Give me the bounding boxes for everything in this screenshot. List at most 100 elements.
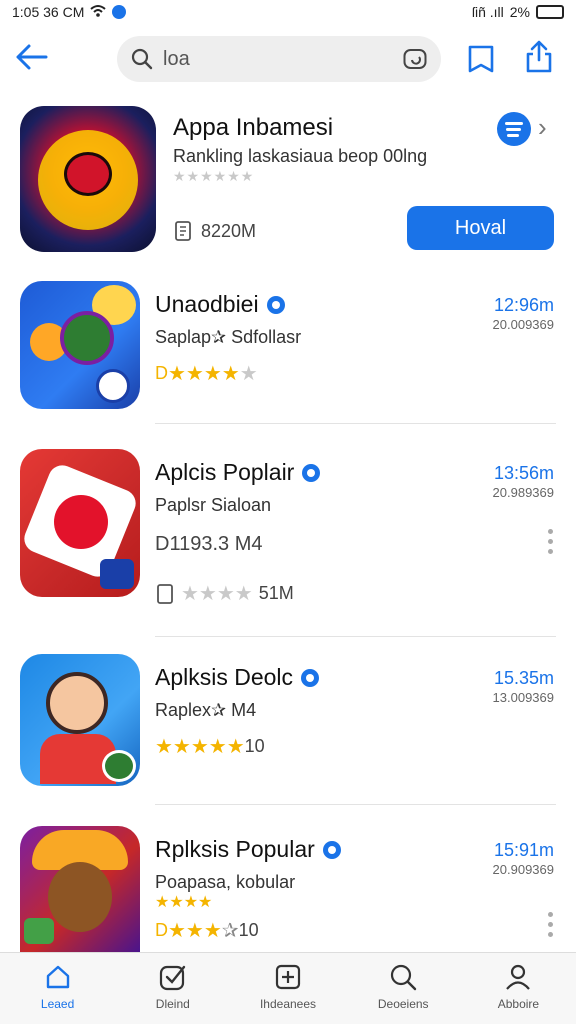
app-row[interactable]: Aplcis Poplair Paplsr Sialoan D1193.3 M4… [20, 449, 556, 609]
more-options-icon[interactable] [546, 912, 554, 937]
app-title: Aplksis Deolc [155, 664, 320, 691]
bottom-tab-bar: Leaed Dleind Ihdeanees Deoeiens Abboire [0, 952, 576, 1024]
featured-size-text: 8220M [201, 220, 257, 241]
divider [155, 804, 556, 805]
tab-label: Dleind [155, 997, 190, 1011]
search-icon [131, 48, 153, 70]
more-options-icon[interactable] [546, 529, 554, 554]
app-rating: D ★★★★ ★ [155, 361, 258, 386]
star-rating-grey: ✰ [221, 920, 239, 942]
tab-apps[interactable]: Ihdeanees [230, 953, 345, 1024]
app-rating-small: ★★★★ [155, 892, 212, 912]
battery-icon [536, 5, 564, 19]
app-rating: ★★★★ 51M [155, 581, 294, 606]
app-icon[interactable] [20, 449, 140, 597]
rating-prefix: D [155, 920, 168, 940]
app-subtitle: Paplsr Sialoan [155, 495, 272, 515]
featured-app-icon[interactable] [20, 106, 156, 252]
bookmark-icon [468, 45, 494, 73]
tab-games[interactable]: Dleind [115, 953, 230, 1024]
app-icon[interactable] [20, 281, 140, 409]
app-count: 20.009369 [492, 317, 554, 332]
app-time: 15:91m [493, 840, 554, 860]
app-icon[interactable] [20, 654, 140, 786]
status-time: 1:05 36 CM [12, 4, 85, 20]
file-size-icon [157, 583, 173, 604]
app-subtitle: Saplap✰ Sdfollasr [155, 327, 302, 347]
share-icon [526, 40, 552, 73]
divider [155, 423, 556, 424]
app-title-text: Aplksis Deolc [155, 664, 294, 690]
signal-icon: ſiñ .ıll [471, 4, 504, 20]
star-rating-grey: ★ [239, 363, 258, 385]
rating-prefix: D [155, 363, 168, 383]
featured-app-subtitle: Rankling laskasiaua beop 00lng [173, 146, 428, 166]
app-rating: D ★★★ ✰ 10 [155, 918, 259, 943]
verified-badge-icon [322, 840, 341, 859]
wifi-icon [90, 4, 107, 21]
tab-search[interactable]: Deoeiens [346, 953, 461, 1024]
app-icon[interactable] [20, 826, 140, 952]
featured-rating-stars: ★★★★★★ [173, 168, 255, 184]
star-rating-gold: ★★★★ [168, 363, 240, 385]
camera-icon[interactable] [403, 48, 427, 70]
top-nav: loa [0, 34, 576, 84]
checkbox-icon [159, 965, 185, 991]
install-button[interactable]: Hoval [407, 206, 554, 250]
battery-text: 2% [509, 4, 530, 20]
app-title: Aplcis Poplair [155, 459, 321, 486]
divider [155, 636, 556, 637]
share-button[interactable] [524, 40, 554, 79]
star-rating-grey: ★★★★ [181, 583, 253, 605]
tab-label: Abboire [497, 997, 540, 1011]
app-title: Rplksis Popular [155, 836, 341, 863]
tab-label: Deoeiens [377, 997, 429, 1011]
rating-suffix: 10 [238, 920, 259, 940]
app-subtitle: Poapasa, kobular [155, 872, 296, 892]
featured-app-title: Appa Inbamesi [173, 114, 334, 141]
app-row[interactable]: Unaodbiei Saplap✰ Sdfollasr D ★★★★ ★ 12:… [20, 281, 556, 411]
app-title-text: Aplcis Poplair [155, 459, 295, 485]
search-input[interactable]: loa [163, 48, 403, 71]
verified-badge-icon [266, 295, 285, 314]
app-time: 12:96m [493, 295, 554, 315]
notification-icon [112, 5, 127, 19]
status-bar: 1:05 36 CM ſiñ .ıll 2% [0, 0, 576, 24]
app-size-text: D1193.3 M4 [155, 533, 263, 555]
bookmark-button[interactable] [466, 44, 496, 79]
tab-label: Leaed [40, 997, 75, 1011]
app-size: D1193.3 M4 [155, 533, 262, 556]
app-time: 15.35m [493, 668, 554, 688]
app-title-text: Rplksis Popular [155, 836, 315, 862]
app-count: 20.989369 [492, 485, 554, 500]
featured-size: 8220M [173, 220, 256, 242]
search-bar[interactable]: loa [117, 36, 441, 82]
app-extra: 51M [258, 583, 294, 603]
app-count: 13.009369 [492, 690, 554, 705]
app-row[interactable]: Aplksis Deolc Raplex✰ M4 ★★★★★ 10 15.35m… [20, 654, 556, 788]
file-size-icon [175, 221, 191, 241]
plus-square-icon [275, 964, 301, 990]
chevron-right-icon[interactable]: › [538, 112, 547, 143]
featured-icon-face [64, 152, 112, 196]
arrow-left-icon [16, 44, 48, 70]
rating-suffix: 10 [244, 736, 265, 756]
tab-label: Ihdeanees [259, 997, 317, 1011]
tab-home[interactable]: Leaed [0, 953, 115, 1024]
featured-app-card[interactable]: Appa Inbamesi Rankling laskasiaua beop 0… [20, 106, 556, 256]
back-button[interactable] [14, 42, 54, 76]
search-icon [391, 964, 417, 991]
app-time: 13:56m [493, 463, 554, 483]
tab-profile[interactable]: Abboire [461, 953, 576, 1024]
verified-badge-icon [301, 668, 320, 687]
star-rating-gold: ★★★ [168, 920, 222, 942]
app-row[interactable]: Rplksis Popular Poapasa, kobular ★★★★ D … [20, 826, 556, 952]
star-rating-gold-small: ★★★★ [155, 894, 213, 911]
app-title-text: Unaodbiei [155, 291, 259, 317]
app-subtitle: Raplex✰ M4 [155, 700, 257, 720]
app-title: Unaodbiei [155, 291, 285, 318]
star-rating-gold: ★★★★★ [155, 736, 245, 758]
spotify-icon[interactable] [497, 112, 531, 146]
status-right: ſiñ .ıll 2% [472, 4, 564, 20]
person-icon [506, 964, 531, 990]
